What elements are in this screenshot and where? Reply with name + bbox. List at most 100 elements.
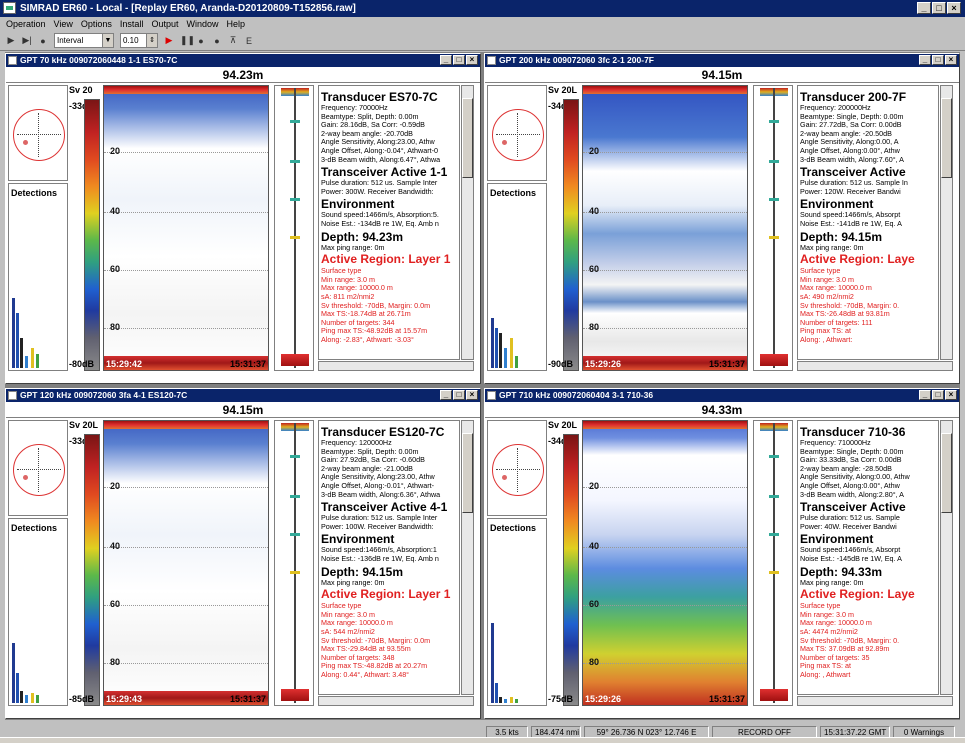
- marker-icon[interactable]: ⊼: [228, 35, 238, 46]
- panel-title-bar: GPT 200 kHz 009072060 3fc 2-1 200-7F _ □…: [485, 54, 959, 67]
- menu-options[interactable]: Options: [81, 17, 112, 31]
- menu-output[interactable]: Output: [151, 17, 178, 31]
- depth-gridline: [583, 547, 747, 548]
- info-vertical-scrollbar[interactable]: [940, 85, 953, 360]
- panel-minimize-button[interactable]: _: [919, 390, 931, 400]
- menu-help[interactable]: Help: [226, 17, 245, 31]
- scroll-thumb[interactable]: [462, 433, 473, 513]
- menu-view[interactable]: View: [54, 17, 73, 31]
- step-icon[interactable]: ▶|: [22, 35, 32, 46]
- play-red-icon[interactable]: ▶: [164, 35, 174, 46]
- surface-band: [583, 86, 747, 94]
- depth-label: 40: [110, 541, 121, 551]
- ruler-tick: [769, 160, 779, 163]
- minimize-button[interactable]: _: [917, 2, 931, 14]
- depth-gridline: [583, 487, 747, 488]
- ruler-tick: [769, 495, 779, 498]
- menu-bar: Operation View Options Install Output Wi…: [0, 17, 965, 31]
- scale-bottom-label: -90dB: [548, 359, 574, 369]
- panel-controls: _ □ ×: [919, 390, 957, 400]
- depth-label: 40: [589, 206, 600, 216]
- panel-close-button[interactable]: ×: [945, 390, 957, 400]
- info-horizontal-scrollbar[interactable]: [797, 696, 953, 706]
- maximize-button[interactable]: □: [932, 2, 946, 14]
- active-region-heading: Active Region: Layer 1: [321, 252, 451, 267]
- event-icon[interactable]: E: [244, 36, 254, 46]
- panel-title: GPT 200 kHz 009072060 3fc 2-1 200-7F: [499, 55, 654, 65]
- echogram-display[interactable]: 20 40 60 80 15:29:42 15:31:37: [103, 85, 269, 371]
- echogram-display[interactable]: 20 40 60 80 15:29:26 15:31:37: [582, 420, 748, 706]
- ruler-bottom-band: [281, 354, 309, 366]
- sv-colorbar[interactable]: [563, 99, 579, 371]
- sv-colorbar[interactable]: [563, 434, 579, 706]
- depth-label: 20: [110, 146, 121, 156]
- depth-label: 60: [110, 264, 121, 274]
- depth-gridline: [583, 212, 747, 213]
- stop-icon[interactable]: ●: [196, 36, 206, 46]
- max-ping-range: Max ping range: 0m: [800, 242, 864, 252]
- menu-operation[interactable]: Operation: [6, 17, 46, 31]
- spin-icon[interactable]: ⇕: [146, 34, 157, 47]
- panel-close-button[interactable]: ×: [466, 390, 478, 400]
- info-vertical-scrollbar[interactable]: [461, 420, 474, 695]
- depth-gridline: [583, 328, 747, 329]
- info-horizontal-scrollbar[interactable]: [318, 696, 474, 706]
- taskbar: [0, 737, 965, 743]
- histogram-bar: [504, 699, 507, 703]
- panel-close-button[interactable]: ×: [945, 55, 957, 65]
- scroll-thumb[interactable]: [941, 98, 952, 178]
- chevron-down-icon[interactable]: ▼: [102, 34, 113, 47]
- sv-label: Sv 20: [69, 85, 93, 95]
- info-horizontal-scrollbar[interactable]: [797, 361, 953, 371]
- toolbar: ▶ ▶| ● Interval ▼ 0.10 ⇕ ▶ ❚❚ ● ● ⊼ E: [0, 31, 965, 51]
- transducer-line: 3-dB Beam width, Along:2.80°, A: [800, 489, 904, 499]
- histogram-bar: [491, 318, 494, 368]
- echogram-display[interactable]: 20 40 60 80 15:29:43 15:31:37: [103, 420, 269, 706]
- menu-install[interactable]: Install: [120, 17, 144, 31]
- info-vertical-scrollbar[interactable]: [940, 420, 953, 695]
- panel-maximize-button[interactable]: □: [453, 390, 465, 400]
- bottom-depth-readout: 94.33m: [485, 402, 959, 418]
- panel-icon: [487, 56, 496, 65]
- scroll-thumb[interactable]: [462, 98, 473, 178]
- panel-maximize-button[interactable]: □: [932, 55, 944, 65]
- depth-gridline: [583, 270, 747, 271]
- depth-label: 80: [589, 657, 600, 667]
- detections-histogram: Detections: [8, 518, 68, 706]
- panel-title: GPT 710 kHz 009072060404 3-1 710-36: [499, 390, 654, 400]
- pause-icon[interactable]: ❚❚: [180, 35, 195, 46]
- panel-close-button[interactable]: ×: [466, 55, 478, 65]
- histogram-bar: [31, 348, 34, 368]
- scroll-thumb[interactable]: [941, 433, 952, 513]
- info-vertical-scrollbar[interactable]: [461, 85, 474, 360]
- histogram-bar: [504, 348, 507, 368]
- close-button[interactable]: ×: [947, 2, 961, 14]
- histogram-bar: [25, 695, 28, 703]
- ruler-tick: [769, 571, 779, 574]
- time-start: 15:29:42: [106, 359, 143, 369]
- record-icon[interactable]: ●: [212, 36, 222, 46]
- panel-controls: _ □ ×: [440, 55, 478, 65]
- depth-gridline: [104, 152, 268, 153]
- echogram-display[interactable]: 20 40 60 80 15:29:26 15:31:37: [582, 85, 748, 371]
- panel-maximize-button[interactable]: □: [932, 390, 944, 400]
- sv-colorbar[interactable]: [84, 99, 100, 371]
- crosshair-v: [517, 113, 518, 157]
- info-horizontal-scrollbar[interactable]: [318, 361, 474, 371]
- panel-body: Detections Sv 20L -34dB -90dB 20 40 60 80 1…: [485, 83, 959, 383]
- ruler-line: [294, 88, 296, 368]
- record-dot-icon[interactable]: ●: [38, 36, 48, 46]
- detections-label: Detections: [11, 188, 58, 198]
- sv-colorbar[interactable]: [84, 434, 100, 706]
- ruler-line: [773, 88, 775, 368]
- mode-select[interactable]: Interval ▼: [54, 33, 114, 48]
- panel-minimize-button[interactable]: _: [440, 55, 452, 65]
- panel-maximize-button[interactable]: □: [453, 55, 465, 65]
- depth-gridline: [583, 605, 747, 606]
- depth-gridline: [104, 487, 268, 488]
- interval-stepper[interactable]: 0.10 ⇕: [120, 33, 158, 48]
- panel-minimize-button[interactable]: _: [919, 55, 931, 65]
- play-icon[interactable]: ▶: [6, 35, 16, 46]
- menu-window[interactable]: Window: [186, 17, 218, 31]
- panel-minimize-button[interactable]: _: [440, 390, 452, 400]
